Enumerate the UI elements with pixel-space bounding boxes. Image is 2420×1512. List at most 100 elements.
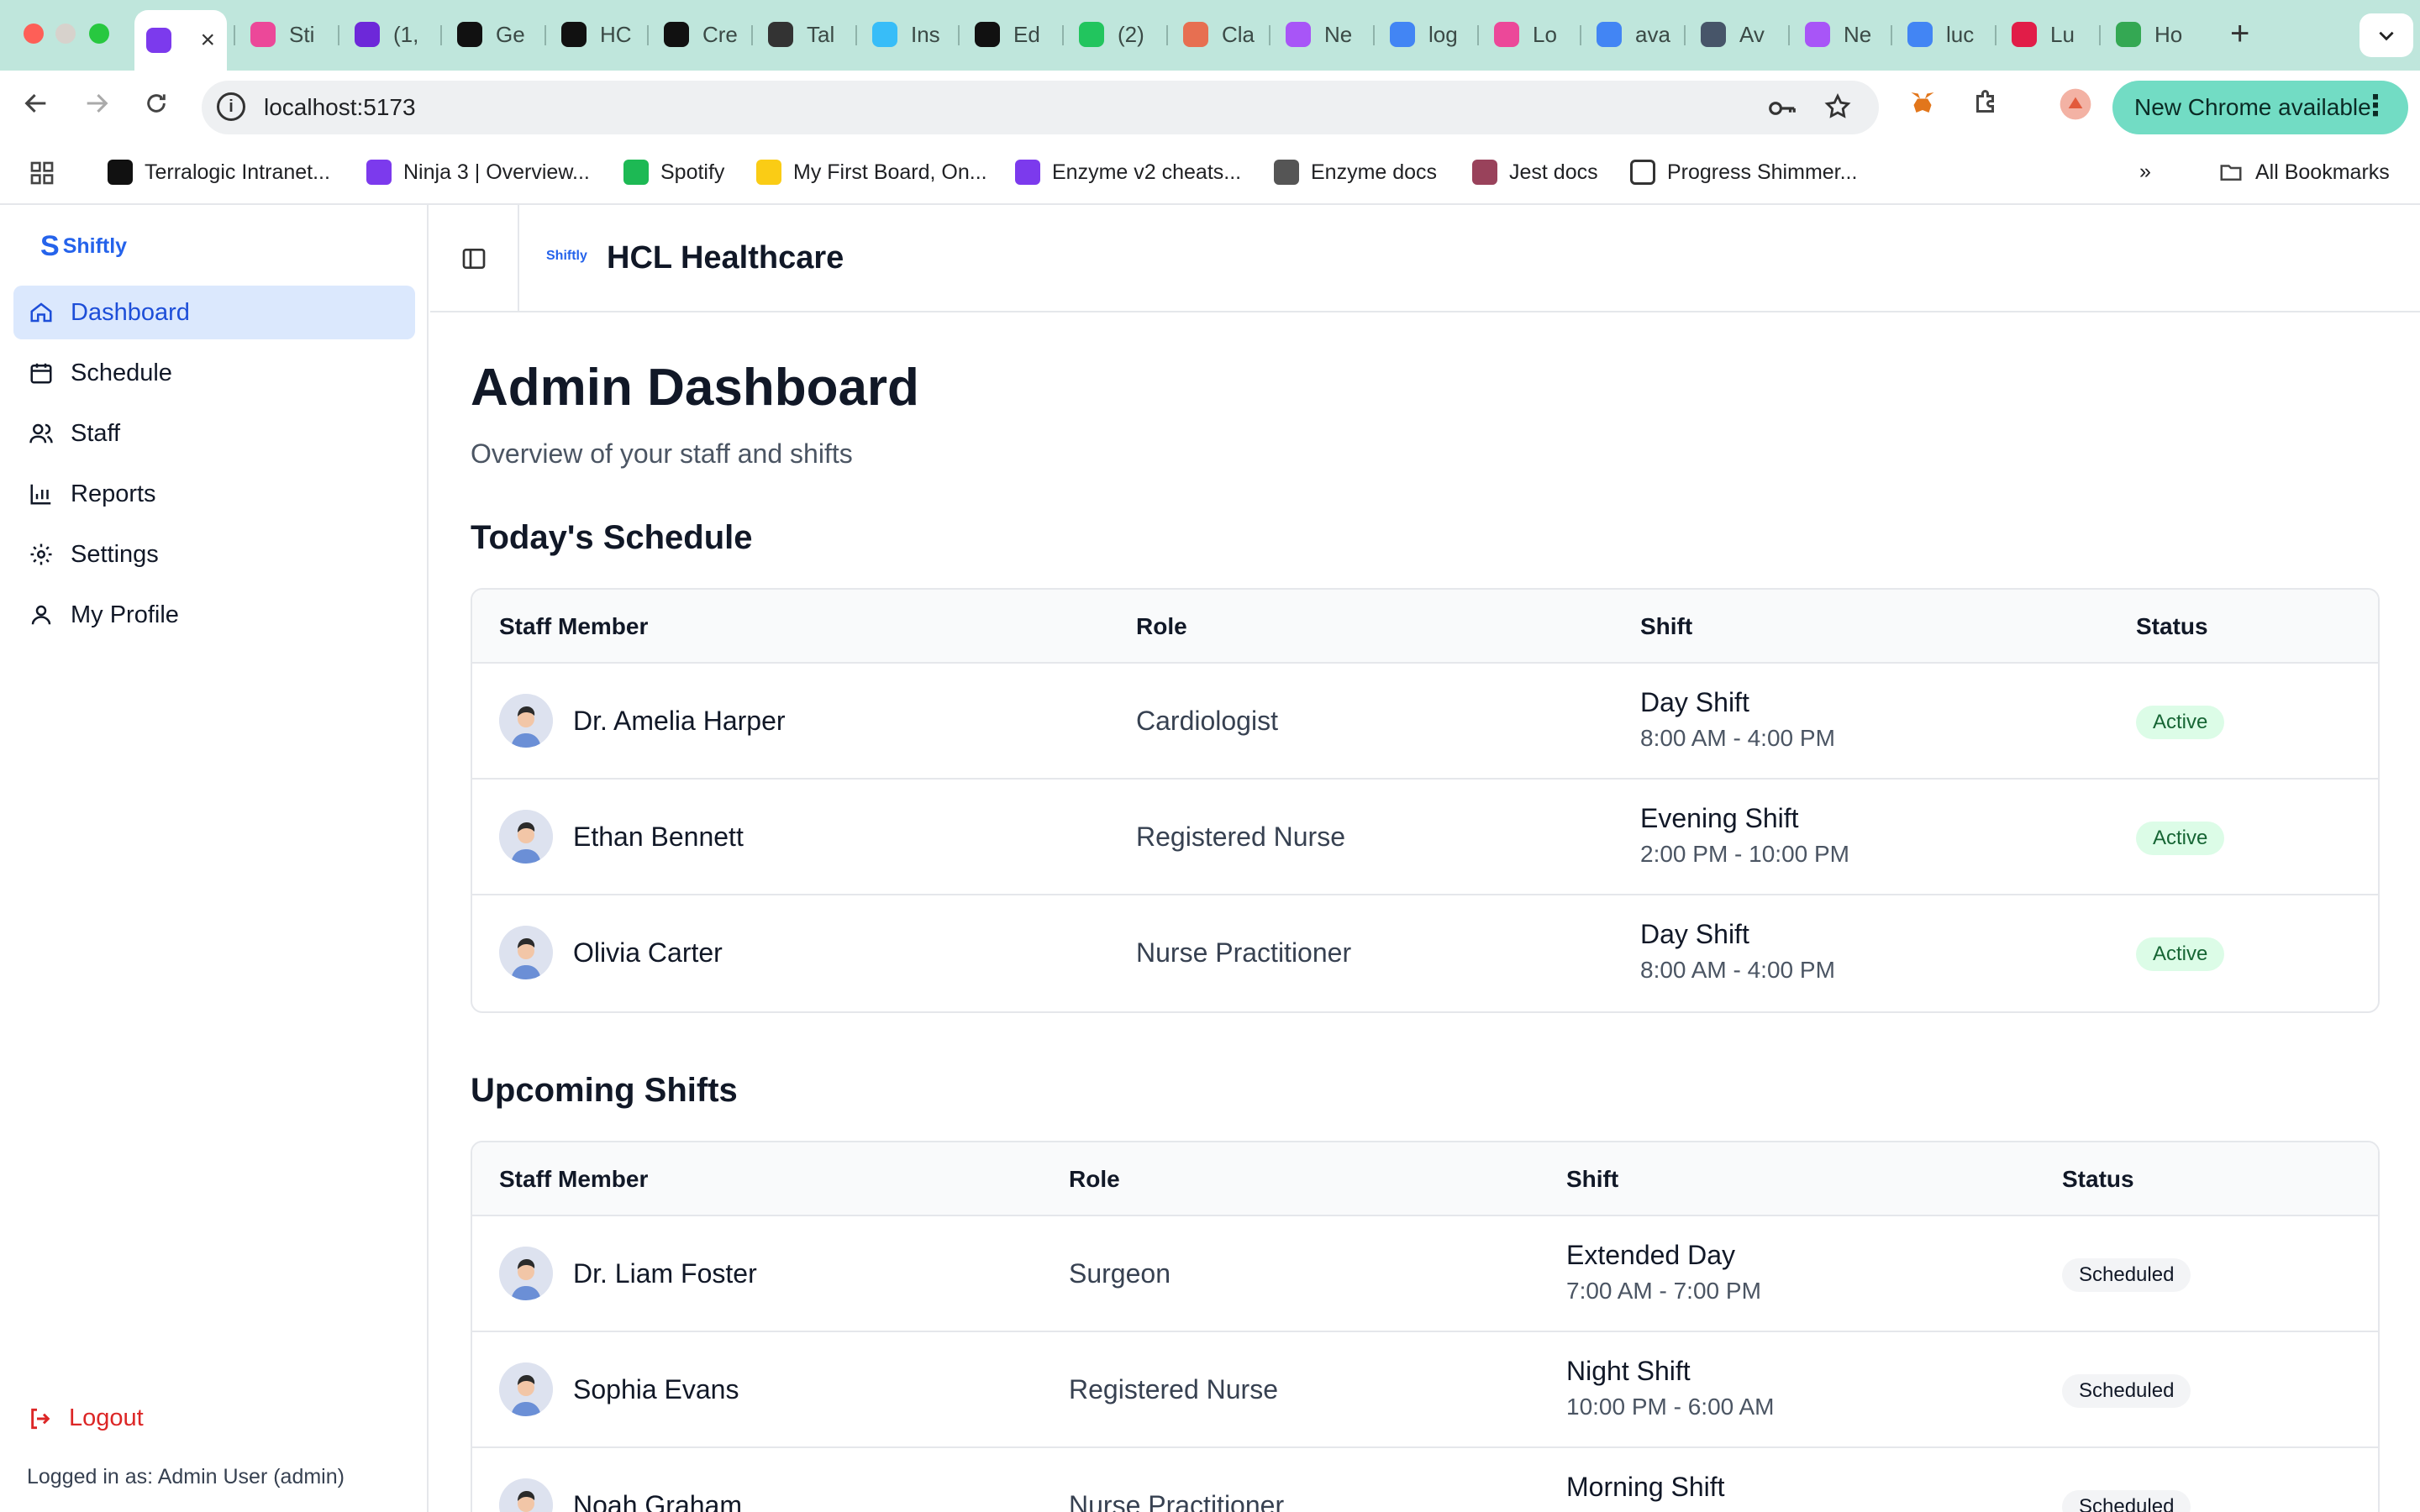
sidebar-item-settings[interactable]: Settings	[13, 528, 415, 581]
browser-tab[interactable]: luc	[1896, 10, 1996, 59]
profile-avatar-icon[interactable]	[2059, 87, 2092, 129]
sidebar-item-label: Dashboard	[71, 298, 190, 326]
new-chrome-available-button[interactable]: New Chrome available ⋮	[2112, 81, 2408, 134]
bookmark-item[interactable]: Progress Shimmer...	[1630, 160, 1857, 185]
more-vert-icon[interactable]: ⋮	[2361, 89, 2390, 123]
todays-schedule-title: Today's Schedule	[471, 519, 753, 556]
browser-tab[interactable]: Ed	[963, 10, 1064, 59]
browser-tab[interactable]: Lu	[2000, 10, 2101, 59]
staff-name: Dr. Amelia Harper	[573, 706, 786, 736]
browser-tab[interactable]: ava	[1585, 10, 1686, 59]
browser-tab[interactable]: Sti	[239, 10, 339, 59]
table-row[interactable]: Noah Graham Nurse Practitioner Morning Shi…	[472, 1448, 2378, 1512]
toggle-sidebar-button[interactable]	[430, 205, 519, 312]
close-tab-icon[interactable]: ×	[200, 26, 215, 55]
jest-icon	[1472, 160, 1497, 185]
more-bookmarks-icon[interactable]: »	[2139, 160, 2151, 184]
browser-tab[interactable]: (1,	[343, 10, 444, 59]
tab-search-button[interactable]	[2360, 13, 2413, 57]
table-row[interactable]: Olivia Carter Nurse Practitioner Day Shift…	[472, 895, 2378, 1011]
chevron-down-icon	[2379, 31, 2394, 41]
browser-tab[interactable]: Cre	[652, 10, 753, 59]
org-name: HCL Healthcare	[607, 240, 844, 276]
table-row[interactable]: Sophia Evans Registered Nurse Night Shift 1…	[472, 1332, 2378, 1448]
browser-tab[interactable]: Cla	[1171, 10, 1272, 59]
browser-tab[interactable]: Ins	[860, 10, 961, 59]
browser-tab[interactable]: ×	[134, 10, 227, 71]
table-row[interactable]: Dr. Liam Foster Surgeon Extended Day 7:00 A…	[472, 1216, 2378, 1332]
tab-separator	[1995, 25, 1996, 45]
sidebar-item-my-profile[interactable]: My Profile	[13, 588, 415, 642]
extensions-puzzle-icon[interactable]	[1971, 87, 2002, 125]
bookmark-star-icon[interactable]	[1823, 92, 1852, 128]
browser-tab[interactable]: Lo	[1482, 10, 1583, 59]
zoom-window-button[interactable]	[89, 24, 109, 44]
sidebar-item-schedule[interactable]: Schedule	[13, 346, 415, 400]
address-bar[interactable]: i localhost:5173	[202, 81, 1879, 134]
reload-button[interactable]	[143, 89, 170, 124]
tab-separator	[1062, 25, 1064, 45]
tab-separator	[338, 25, 339, 45]
browser-tab[interactable]: log	[1378, 10, 1479, 59]
bookmark-label: Enzyme v2 cheats...	[1052, 160, 1242, 184]
tab-separator	[958, 25, 960, 45]
browser-tab[interactable]: Ho	[2104, 10, 2205, 59]
sidebar-item-dashboard[interactable]: Dashboard	[13, 286, 415, 339]
url-text[interactable]: localhost:5173	[264, 94, 416, 121]
avatar	[499, 926, 553, 979]
password-key-icon[interactable]	[1766, 92, 1798, 131]
close-window-button[interactable]	[24, 24, 44, 44]
app-root: S Shiftly Dashboard Schedule Staff Reports S…	[0, 205, 2420, 1512]
browser-tab[interactable]: Av	[1689, 10, 1790, 59]
tab-separator	[440, 25, 442, 45]
sidebar-item-label: My Profile	[71, 601, 179, 628]
bookmark-label: Terralogic Intranet...	[145, 160, 330, 184]
sidebar-item-staff[interactable]: Staff	[13, 407, 415, 460]
table-row[interactable]: Dr. Amelia Harper Cardiologist Day Shift 8:…	[472, 664, 2378, 780]
column-header: Status	[2136, 613, 2208, 639]
back-button[interactable]	[22, 89, 50, 125]
sidebar: S Shiftly Dashboard Schedule Staff Reports S…	[0, 205, 429, 1512]
staff-role: Nurse Practitioner	[1069, 1490, 1285, 1512]
bookmark-item[interactable]: My First Board, On...	[756, 160, 987, 185]
browser-tab[interactable]: (2)	[1067, 10, 1168, 59]
site-info-icon[interactable]: i	[217, 92, 245, 121]
browser-tab[interactable]: Tal	[756, 10, 857, 59]
metamask-icon[interactable]	[1907, 87, 1938, 125]
staff-name: Dr. Liam Foster	[573, 1258, 757, 1289]
minimize-window-button[interactable]	[55, 24, 76, 44]
pen-icon	[768, 22, 793, 47]
shift-cell: Night Shift 10:00 PM - 6:00 AM	[1566, 1356, 1774, 1420]
brand-logo[interactable]: S Shiftly	[40, 230, 127, 263]
new-tab-button[interactable]: +	[2230, 15, 2249, 53]
main-content: Admin Dashboard Overview of your staff a…	[430, 314, 2420, 1512]
browser-tab[interactable]: Ge	[445, 10, 546, 59]
forward-button[interactable]	[82, 89, 111, 125]
claude-icon	[1183, 22, 1208, 47]
browser-tab[interactable]: Ne	[1793, 10, 1894, 59]
shift-time: 10:00 PM - 6:00 AM	[1566, 1394, 1775, 1420]
bookmark-item[interactable]: Jest docs	[1472, 160, 1598, 185]
apps-grid-icon[interactable]	[29, 160, 55, 186]
logout-button[interactable]: Logout	[27, 1404, 144, 1432]
users-icon	[29, 421, 54, 446]
staff-name: Noah Graham	[573, 1490, 742, 1512]
bookmark-item[interactable]: Spotify	[623, 160, 724, 185]
tab-label: HC	[600, 21, 632, 47]
table-row[interactable]: Ethan Bennett Registered Nurse Evening Shi…	[472, 780, 2378, 895]
table-header: Staff Member Role Shift Status	[472, 590, 2378, 664]
all-bookmarks-button[interactable]: All Bookmarks	[2218, 160, 2390, 185]
bookmark-item[interactable]: Enzyme docs	[1274, 160, 1437, 185]
spotify-icon	[623, 160, 649, 185]
miro-icon	[756, 160, 781, 185]
bookmark-item[interactable]: Terralogic Intranet...	[108, 160, 330, 185]
vite-icon	[146, 28, 171, 53]
avatar	[499, 810, 553, 864]
browser-tab[interactable]: HC	[550, 10, 650, 59]
browser-tab[interactable]: Ne	[1274, 10, 1375, 59]
bookmark-item[interactable]: Ninja 3 | Overview...	[366, 160, 590, 185]
sidebar-item-reports[interactable]: Reports	[13, 467, 415, 521]
page-title: Admin Dashboard	[471, 359, 919, 417]
logged-in-text: Logged in as: Admin User (admin)	[27, 1465, 345, 1488]
bookmark-item[interactable]: Enzyme v2 cheats...	[1015, 160, 1241, 185]
